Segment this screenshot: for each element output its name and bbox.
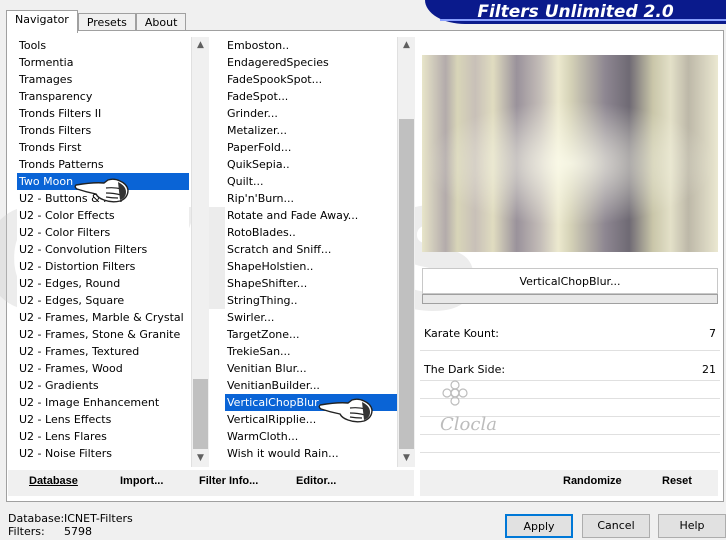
category-list-item[interactable]: Tronds Filters II bbox=[17, 105, 189, 122]
category-list-item[interactable]: U2 - Gradients bbox=[17, 377, 189, 394]
filter-list-item[interactable]: ShapeShifter... bbox=[225, 275, 397, 292]
filter-list-item[interactable]: Venitian Blur... bbox=[225, 360, 397, 377]
right-toolbar: Randomize Reset bbox=[420, 470, 718, 496]
scroll-up-arrow-icon[interactable]: ▲ bbox=[398, 37, 415, 54]
filter-list-item[interactable]: EndageredSpecies bbox=[225, 54, 397, 71]
filter-list-item[interactable]: ShapeHolstien.. bbox=[225, 258, 397, 275]
filter-list-item[interactable]: RotoBlades.. bbox=[225, 224, 397, 241]
help-button[interactable]: Help bbox=[658, 514, 726, 538]
filter-preview-image bbox=[422, 55, 718, 252]
flower-icon bbox=[442, 380, 468, 406]
scroll-down-arrow-icon[interactable]: ▼ bbox=[192, 450, 209, 467]
category-list-item[interactable]: U2 - Convolution Filters bbox=[17, 241, 189, 258]
category-scroll-thumb[interactable] bbox=[193, 379, 208, 449]
category-list-item[interactable]: Tormentia bbox=[17, 54, 189, 71]
left-toolbar: Database Import... Filter Info... Editor… bbox=[8, 470, 414, 496]
filter-list-item[interactable]: FadeSpot... bbox=[225, 88, 397, 105]
filter-list-item[interactable]: Swirler... bbox=[225, 309, 397, 326]
scroll-down-arrow-icon[interactable]: ▼ bbox=[398, 450, 415, 467]
category-list-item[interactable]: Tronds First bbox=[17, 139, 189, 156]
filter-list-item[interactable]: Metalizer... bbox=[225, 122, 397, 139]
param-value-karate-kount[interactable]: 7 bbox=[709, 327, 716, 340]
param-label-the-dark-side: The Dark Side: bbox=[424, 363, 506, 376]
signature-text: Clocla bbox=[440, 414, 497, 435]
tab-strip: Navigator Presets About bbox=[6, 10, 187, 33]
database-button[interactable]: Database bbox=[29, 475, 78, 487]
filter-list-item[interactable]: TargetZone... bbox=[225, 326, 397, 343]
category-list-item[interactable]: U2 - Frames, Textured bbox=[17, 343, 189, 360]
header-stripe bbox=[440, 19, 726, 21]
filter-list-item[interactable]: TrekieSan... bbox=[225, 343, 397, 360]
category-list-item[interactable]: U2 - Frames, Marble & Crystal bbox=[17, 309, 189, 326]
category-list-item[interactable]: U2 - Lens Effects bbox=[17, 411, 189, 428]
param-divider bbox=[420, 452, 720, 453]
filter-list-item[interactable]: QuikSepia.. bbox=[225, 156, 397, 173]
filter-list-item[interactable]: PaperFold... bbox=[225, 139, 397, 156]
category-list-item[interactable]: U2 - Color Effects bbox=[17, 207, 189, 224]
cancel-button[interactable]: Cancel bbox=[582, 514, 650, 538]
filter-name-label: VerticalChopBlur... bbox=[422, 268, 718, 294]
category-list-item[interactable]: U2 - Color Filters bbox=[17, 224, 189, 241]
category-scrollbar[interactable]: ▲ ▼ bbox=[191, 37, 209, 467]
database-value: ICNET-Filters bbox=[64, 512, 133, 525]
category-list-item[interactable]: U2 - Distortion Filters bbox=[17, 258, 189, 275]
param-label-karate-kount: Karate Kount: bbox=[424, 327, 499, 340]
category-list-item[interactable]: U2 - Frames, Wood bbox=[17, 360, 189, 377]
filter-list-item[interactable]: Scratch and Sniff... bbox=[225, 241, 397, 258]
category-list-item[interactable]: U2 - Frames, Stone & Granite bbox=[17, 326, 189, 343]
pointing-hand-icon bbox=[74, 178, 129, 203]
apply-button[interactable]: Apply bbox=[505, 514, 573, 538]
category-list[interactable]: Tools Tormentia Tramages Transparency Tronds… bbox=[17, 37, 189, 467]
category-list-item[interactable]: Tronds Patterns bbox=[17, 156, 189, 173]
filters-label: Filters: bbox=[8, 525, 45, 538]
category-list-item[interactable]: U2 - Edges, Square bbox=[17, 292, 189, 309]
scroll-up-arrow-icon[interactable]: ▲ bbox=[192, 37, 209, 54]
category-list-item[interactable]: Tronds Filters bbox=[17, 122, 189, 139]
filter-scroll-thumb[interactable] bbox=[399, 119, 414, 449]
filter-list-item[interactable]: Quilt... bbox=[225, 173, 397, 190]
signature-logo: Clocla bbox=[420, 380, 510, 440]
filter-list-item[interactable]: Emboston.. bbox=[225, 37, 397, 54]
category-list-item[interactable]: U2 - Image Enhancement bbox=[17, 394, 189, 411]
category-list-item[interactable]: U2 - Noise Filters bbox=[17, 445, 189, 462]
progress-bar bbox=[422, 294, 718, 304]
randomize-button[interactable]: Randomize bbox=[563, 475, 622, 487]
param-value-the-dark-side[interactable]: 21 bbox=[702, 363, 716, 376]
filter-info-button[interactable]: Filter Info... bbox=[199, 475, 258, 487]
pointing-hand-icon bbox=[318, 398, 373, 423]
param-divider bbox=[420, 350, 720, 351]
category-list-item[interactable]: U2 - Edges, Round bbox=[17, 275, 189, 292]
category-list-item[interactable]: Transparency bbox=[17, 88, 189, 105]
filter-list-item[interactable]: WarmCloth... bbox=[225, 428, 397, 445]
filter-list-item[interactable]: VenitianBuilder... bbox=[225, 377, 397, 394]
category-list-item[interactable]: Tramages bbox=[17, 71, 189, 88]
filter-list-item[interactable]: Rip'n'Burn... bbox=[225, 190, 397, 207]
import-button[interactable]: Import... bbox=[120, 475, 163, 487]
tab-navigator[interactable]: Navigator bbox=[6, 10, 78, 33]
category-list-item[interactable]: Tools bbox=[17, 37, 189, 54]
filter-list-item[interactable]: Rotate and Fade Away... bbox=[225, 207, 397, 224]
filter-list-item[interactable]: FadeSpookSpot... bbox=[225, 71, 397, 88]
database-label: Database: bbox=[8, 512, 65, 525]
filters-value: 5798 bbox=[64, 525, 92, 538]
filter-list-item[interactable]: StringThing.. bbox=[225, 292, 397, 309]
filter-scrollbar[interactable]: ▲ ▼ bbox=[397, 37, 415, 467]
editor-button[interactable]: Editor... bbox=[296, 475, 336, 487]
reset-button[interactable]: Reset bbox=[662, 475, 692, 487]
filter-list-item[interactable]: Grinder... bbox=[225, 105, 397, 122]
category-list-item[interactable]: U2 - Lens Flares bbox=[17, 428, 189, 445]
filter-list-item[interactable]: Wish it would Rain... bbox=[225, 445, 397, 462]
